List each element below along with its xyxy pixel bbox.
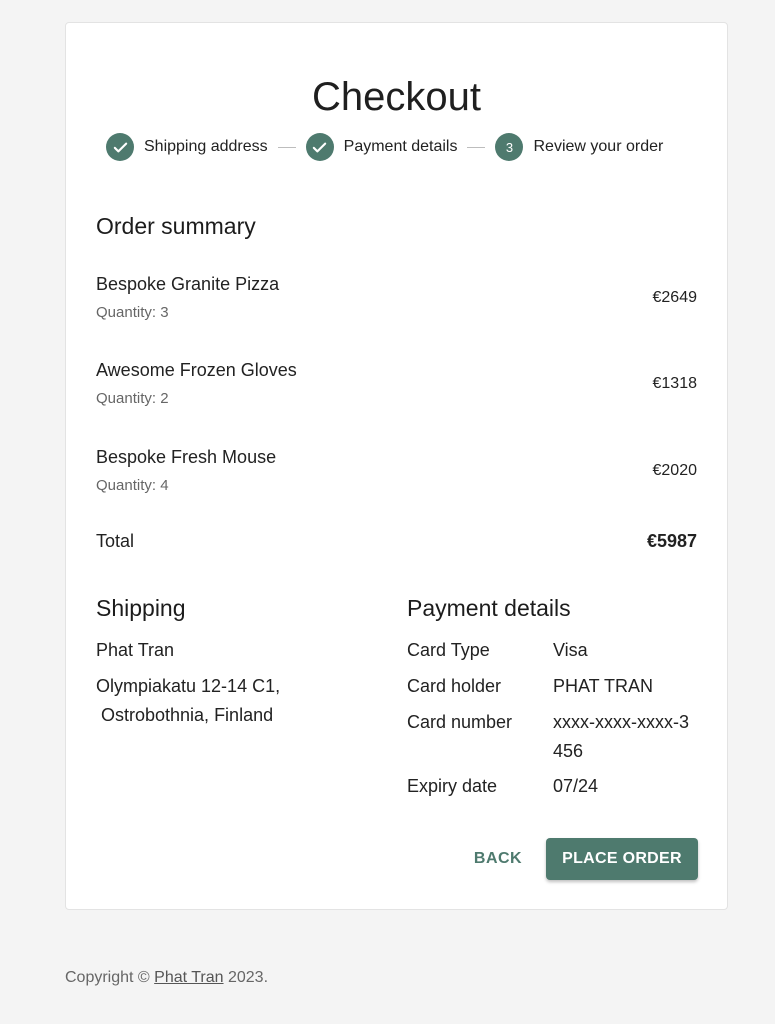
- footer: Copyright © Phat Tran 2023.: [65, 969, 268, 987]
- order-summary-title: Order summary: [96, 213, 256, 239]
- item-quantity: Quantity: 3: [96, 304, 169, 321]
- check-icon: [106, 133, 134, 161]
- checkout-card: Checkout Shipping address Payment detail…: [65, 22, 728, 910]
- step-connector: [467, 146, 486, 148]
- step-review-order: 3 Review your order: [495, 133, 663, 161]
- total-label: Total: [96, 531, 135, 551]
- step-label: Review your order: [533, 138, 664, 155]
- shipping-address-line1: Olympiakatu 12-14 C1,: [96, 676, 281, 696]
- page-title: Checkout: [312, 75, 481, 119]
- shipping-name: Phat Tran: [96, 640, 175, 660]
- card-type-value: Visa: [553, 640, 588, 660]
- shipping-title: Shipping: [96, 595, 186, 621]
- step-payment-details: Payment details: [305, 133, 458, 161]
- item-price: €2649: [652, 289, 698, 306]
- step-shipping-address: Shipping address: [106, 133, 268, 161]
- copyright-suffix: 2023.: [223, 969, 269, 986]
- step-label: Payment details: [343, 138, 458, 155]
- total-value: €5987: [646, 531, 697, 551]
- list-item: Awesome Frozen Gloves Quantity: 2 €1318: [96, 360, 697, 410]
- card-holder-value: PHAT TRAN: [553, 676, 654, 696]
- step-label: Shipping address: [144, 138, 268, 155]
- item-quantity: Quantity: 4: [96, 477, 169, 494]
- list-item: Bespoke Granite Pizza Quantity: 3 €2649: [96, 274, 697, 324]
- card-holder-label: Card holder: [407, 676, 502, 696]
- author-link[interactable]: Phat Tran: [154, 969, 223, 986]
- step-number: 3: [495, 133, 524, 161]
- item-price: €1318: [652, 375, 698, 392]
- expiry-date-value: 07/24: [553, 776, 599, 796]
- item-quantity: Quantity: 2: [96, 390, 169, 407]
- card-number-value: xxxx-xxxx-xxxx-3456: [553, 712, 689, 761]
- payment-details-title: Payment details: [407, 595, 571, 621]
- card-type-label: Card Type: [407, 640, 490, 660]
- check-icon: [305, 133, 334, 161]
- list-item: Bespoke Fresh Mouse Quantity: 4 €2020: [96, 447, 697, 497]
- checkout-stepper: Shipping address Payment details 3 Revie…: [106, 132, 663, 162]
- item-name: Bespoke Fresh Mouse: [96, 447, 277, 467]
- item-price: €2020: [652, 462, 698, 479]
- expiry-date-label: Expiry date: [407, 776, 498, 796]
- copyright-prefix: Copyright ©: [65, 969, 155, 986]
- place-order-button[interactable]: PLACE ORDER: [546, 838, 698, 880]
- item-name: Awesome Frozen Gloves: [96, 360, 297, 380]
- shipping-address-line2: Ostrobothnia, Finland: [101, 705, 274, 725]
- item-name: Bespoke Granite Pizza: [96, 274, 280, 294]
- step-connector: [277, 146, 296, 148]
- back-button[interactable]: BACK: [461, 838, 535, 880]
- card-number-label: Card number: [407, 712, 513, 732]
